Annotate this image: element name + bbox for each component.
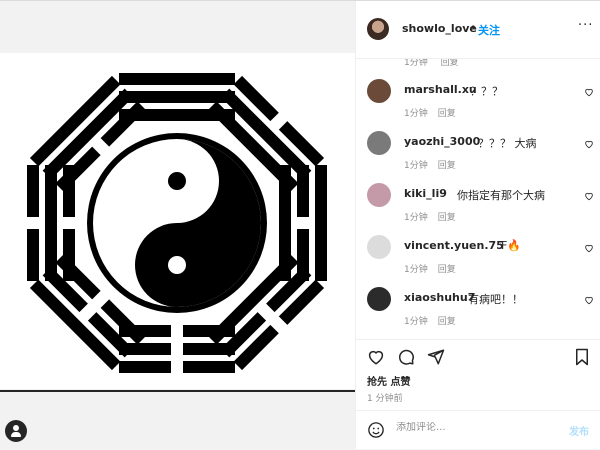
heart-icon[interactable] <box>584 139 594 149</box>
comment-item: vincent.yuen.75 F🔥 1分钟 回复 <box>356 235 600 287</box>
comment-meta: 1分钟 回复 <box>404 158 466 171</box>
comment-time: 1分钟 <box>404 161 428 171</box>
commenter-username[interactable]: yaozhi_3000 <box>404 135 480 148</box>
comment-text: ？？？ <box>470 85 503 98</box>
commenter-avatar[interactable] <box>367 79 391 103</box>
heart-icon[interactable] <box>584 191 594 201</box>
comment-composer: 发布 <box>356 410 600 450</box>
comment-input[interactable] <box>396 422 556 433</box>
more-options-icon[interactable]: ··· <box>578 18 593 33</box>
comment-text: 有病吧！！ <box>468 293 523 306</box>
commenter-avatar[interactable] <box>367 183 391 207</box>
comment-icon[interactable] <box>397 348 415 366</box>
comment-meta: 1分钟 回复 <box>404 314 466 327</box>
post-header: showlo_love • 关注 ··· <box>356 1 600 59</box>
reply-button[interactable]: 回复 <box>441 59 459 68</box>
comment-meta: 1分钟 回复 <box>404 210 466 223</box>
partial-comment-meta: 1分钟 回复 <box>404 59 459 68</box>
comment-list: 1分钟 回复 marshall.xu ？？？ 1分钟 回复 yaozhi_3000… <box>356 59 600 339</box>
comment-text: 你指定有那个大病 <box>457 189 545 202</box>
comment-time: 1分钟 <box>404 317 428 327</box>
reply-button[interactable]: 回复 <box>438 109 456 119</box>
bookmark-icon[interactable] <box>573 348 591 366</box>
heart-icon[interactable] <box>367 348 385 366</box>
reply-button[interactable]: 回复 <box>438 317 456 327</box>
commenter-avatar[interactable] <box>367 235 391 259</box>
likes-text[interactable]: 抢先 点赞 <box>367 373 410 388</box>
separator-dot: • <box>470 21 477 34</box>
comment-item: kiki_li9 你指定有那个大病 1分钟 回复 <box>356 183 600 235</box>
comment-time: 1分钟 <box>404 213 428 223</box>
bagua-yin-yang-image <box>0 53 355 389</box>
comment-time: 1分钟 <box>404 59 428 68</box>
share-icon[interactable] <box>427 348 445 366</box>
comment-time: 1分钟 <box>404 109 428 119</box>
post-actions: 抢先 点赞 1 分钟前 发布 <box>356 339 600 449</box>
comment-item: marshall.xu ？？？ 1分钟 回复 <box>356 79 600 131</box>
heart-icon[interactable] <box>584 87 594 97</box>
comment-meta: 1分钟 回复 <box>404 106 466 119</box>
comment-text: F🔥 <box>501 239 522 252</box>
comment-time: 1分钟 <box>404 265 428 275</box>
post-time: 1 分钟前 <box>367 394 403 404</box>
comment-text: ？？？ 大病 <box>478 137 537 150</box>
user-tag-icon[interactable] <box>5 420 27 442</box>
reply-button[interactable]: 回复 <box>438 265 456 275</box>
commenter-username[interactable]: marshall.xu <box>404 83 477 96</box>
post-image-pane <box>0 1 355 449</box>
post-sidebar: showlo_love • 关注 ··· 1分钟 回复 marshall.xu … <box>355 1 600 449</box>
owner-avatar[interactable] <box>367 18 389 40</box>
emoji-icon[interactable] <box>367 421 385 439</box>
comment-item: yaozhi_3000 ？？？ 大病 1分钟 回复 <box>356 131 600 183</box>
commenter-avatar[interactable] <box>367 131 391 155</box>
commenter-username[interactable]: kiki_li9 <box>404 187 447 200</box>
heart-icon[interactable] <box>584 243 594 253</box>
post-dialog: showlo_love • 关注 ··· 1分钟 回复 marshall.xu … <box>0 0 600 449</box>
commenter-username[interactable]: vincent.yuen.75 <box>404 239 504 252</box>
owner-username[interactable]: showlo_love <box>402 22 477 35</box>
follow-button[interactable]: 关注 <box>478 22 500 38</box>
reply-button[interactable]: 回复 <box>438 213 456 223</box>
heart-icon[interactable] <box>584 295 594 305</box>
post-comment-button[interactable]: 发布 <box>569 423 589 438</box>
comment-item: xiaoshuhu7 有病吧！！ 1分钟 回复 <box>356 287 600 339</box>
commenter-username[interactable]: xiaoshuhu7 <box>404 291 475 304</box>
image-divider <box>0 390 355 392</box>
reply-button[interactable]: 回复 <box>438 161 456 171</box>
comment-meta: 1分钟 回复 <box>404 262 466 275</box>
commenter-avatar[interactable] <box>367 287 391 311</box>
